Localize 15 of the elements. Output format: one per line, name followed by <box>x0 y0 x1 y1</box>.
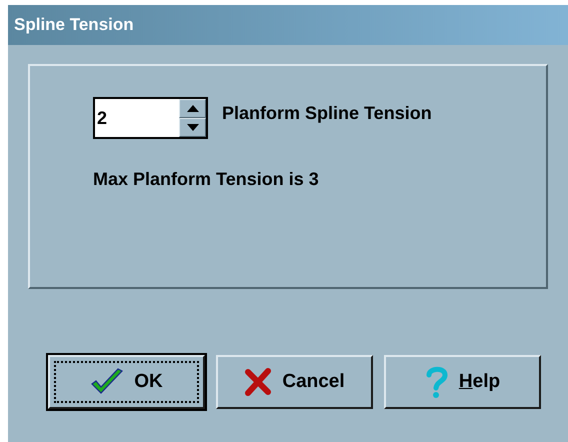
spin-label: Planform Spline Tension <box>222 102 432 125</box>
max-tension-note: Max Planform Tension is 3 <box>93 168 320 191</box>
spin-value: 2 <box>96 107 108 130</box>
help-button[interactable]: Help <box>384 355 541 409</box>
cancel-button[interactable]: Cancel <box>216 355 373 409</box>
question-mark-icon <box>424 366 449 398</box>
spin-down-button[interactable] <box>179 118 206 137</box>
down-arrow-icon <box>186 124 198 131</box>
window-title: Spline Tension <box>14 14 134 36</box>
ok-button[interactable]: OK <box>48 355 205 409</box>
spin-box[interactable]: 2 <box>93 97 208 139</box>
checkmark-icon <box>90 368 124 396</box>
spin-up-button[interactable] <box>179 99 206 118</box>
up-arrow-icon <box>186 105 198 112</box>
x-icon <box>244 368 272 396</box>
